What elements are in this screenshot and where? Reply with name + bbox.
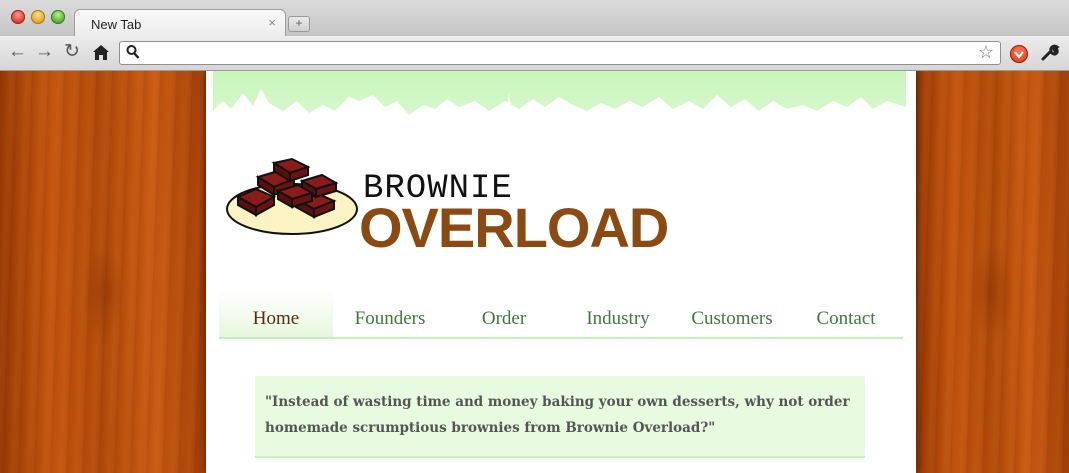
quote-box: "Instead of wasting time and money bakin…	[255, 376, 865, 458]
window-minimize-button[interactable]	[31, 10, 45, 24]
back-icon[interactable]: ←	[8, 42, 27, 62]
home-icon[interactable]	[92, 44, 110, 66]
quote-text: "Instead of wasting time and money bakin…	[265, 394, 850, 436]
reload-icon[interactable]: ↻	[64, 42, 80, 62]
nav-item-customers[interactable]: Customers	[675, 289, 789, 337]
nav-item-industry[interactable]: Industry	[561, 289, 675, 337]
main-nav: Home Founders Order Industry Customers C…	[219, 289, 903, 339]
window-close-button[interactable]	[11, 10, 25, 24]
address-input[interactable]	[144, 44, 968, 62]
address-bar[interactable]: ☆	[119, 41, 1001, 65]
nav-item-order[interactable]: Order	[447, 289, 561, 337]
wood-background-right	[916, 71, 1069, 473]
extension-icon[interactable]	[1010, 45, 1028, 63]
window-zoom-button[interactable]	[51, 10, 65, 24]
brand-name-line2: OVERLOAD	[359, 196, 669, 259]
search-icon	[126, 44, 140, 65]
new-tab-button[interactable]: +	[288, 16, 310, 32]
wrench-icon[interactable]	[1040, 43, 1060, 68]
nav-item-home[interactable]: Home	[219, 289, 333, 337]
page-viewport: BROWNIE OVERLOAD Home Founders Order Ind…	[0, 71, 1069, 473]
nav-item-founders[interactable]: Founders	[333, 289, 447, 337]
tab-close-icon[interactable]: ×	[268, 15, 276, 30]
page-content: BROWNIE OVERLOAD Home Founders Order Ind…	[206, 71, 916, 473]
browser-tab[interactable]: New Tab ×	[74, 9, 286, 37]
tab-title: New Tab	[91, 17, 142, 32]
brownie-plate-logo	[226, 157, 358, 235]
browser-titlebar: New Tab × +	[0, 0, 1069, 37]
wood-background-left	[0, 71, 206, 473]
forward-icon[interactable]: →	[35, 42, 54, 62]
forest-banner	[213, 71, 906, 171]
nav-item-contact[interactable]: Contact	[789, 289, 903, 337]
browser-toolbar: ← → ↻ ☆	[0, 36, 1069, 71]
bookmark-star-icon[interactable]: ☆	[978, 42, 994, 63]
